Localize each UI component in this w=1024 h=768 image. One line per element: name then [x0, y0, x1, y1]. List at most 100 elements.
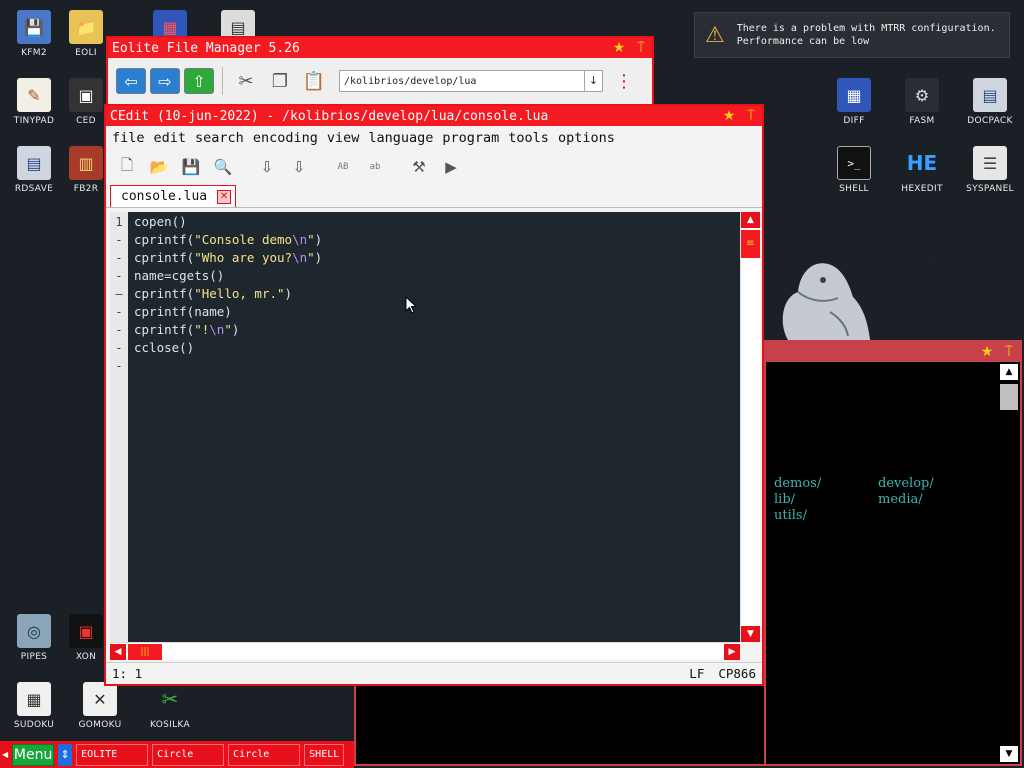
start-menu-button[interactable]: Menu [12, 743, 55, 766]
menu-search[interactable]: search [195, 130, 244, 146]
copy-icon[interactable]: ❐ [265, 67, 295, 95]
code-line[interactable]: copen() [134, 213, 740, 231]
code-token: " [224, 322, 232, 337]
build-hammer-icon[interactable]: ⚒ [406, 155, 432, 179]
warning-icon: ⚠ [705, 22, 725, 48]
vertical-scrollbar[interactable]: ▲ ≡ ▼ [740, 212, 760, 642]
minimize-star-icon[interactable]: ★ [718, 107, 740, 125]
diff-icon: ▦ [837, 78, 871, 112]
desktop-icon-kosilka[interactable]: ✂ KOSILKA [136, 682, 204, 730]
desktop-icon-xonix[interactable]: ▣ XON [66, 614, 106, 662]
path-input[interactable]: /kolibrios/develop/lua ↓ [339, 70, 603, 92]
uppercase-icon[interactable]: AB [330, 155, 356, 179]
move-line-up-icon[interactable]: ⇩ [254, 155, 280, 179]
new-file-icon[interactable]: 🗋 [114, 155, 140, 179]
desktop-icon-diff[interactable]: ▦ DIFF [820, 78, 888, 126]
shell-scrollbar[interactable]: ▲ ▼ [1000, 364, 1018, 762]
horizontal-scrollbar[interactable]: ◀ ||| ▶ [110, 642, 740, 660]
pin-icon[interactable]: ⍑ [630, 39, 652, 57]
back-button[interactable]: ⇦ [116, 68, 146, 94]
menu-tools[interactable]: tools [508, 130, 549, 146]
encoding-label[interactable]: CP866 [718, 666, 756, 681]
code-line[interactable]: cclose() [134, 339, 740, 357]
code-line[interactable]: cprintf("Console demo\n") [134, 231, 740, 249]
open-folder-icon[interactable]: 📂 [146, 155, 172, 179]
eolite-titlebar[interactable]: Eolite File Manager 5.26 ★ ⍑ [108, 38, 652, 58]
forward-button[interactable]: ⇨ [150, 68, 180, 94]
desktop-icon-label: RDSAVE [14, 184, 54, 194]
code-editor[interactable]: 1- - - — - - - - copen() cprintf("Console demo\n… [110, 212, 740, 642]
code-area[interactable]: copen() cprintf("Console demo\n") cprintf(… [128, 212, 740, 642]
desktop-icon-cedit[interactable]: ▣ CED [66, 78, 106, 126]
code-line[interactable]: cprintf("!\n") [134, 321, 740, 339]
code-line[interactable] [134, 357, 740, 375]
up-folder-button[interactable]: ⇧ [184, 68, 214, 94]
menu-program[interactable]: program [442, 130, 499, 146]
tab-console-lua[interactable]: console.lua ✕ [110, 185, 237, 207]
taskbar-item-circle[interactable]: Circle [152, 743, 225, 766]
menu-file[interactable]: file [112, 130, 145, 146]
desktop-icon-sudoku[interactable]: ▦ SUDOKU [0, 682, 68, 730]
minimize-star-icon[interactable]: ★ [608, 39, 630, 57]
scroll-up-arrow-icon[interactable]: ▲ [1000, 364, 1018, 380]
desktop-icon-docpack[interactable]: ▤ DOCPACK [956, 78, 1024, 126]
desktop-icon-syspanel[interactable]: ☰ SYSPANEL [956, 146, 1024, 194]
cedit-titlebar[interactable]: CEdit (10-jun-2022) - /kolibrios/develop… [106, 106, 762, 126]
cedit-window[interactable]: CEdit (10-jun-2022) - /kolibrios/develop… [104, 104, 764, 686]
shell-window[interactable]: ★ ⍑ demos/ develop/ lib/ media/ utils/ ▲… [764, 340, 1022, 766]
pin-icon[interactable]: ⍑ [740, 107, 762, 125]
taskbar-scroll-left-icon[interactable]: ◀ [2, 750, 8, 759]
line-ending[interactable]: LF [689, 666, 704, 681]
desktop-icon-rdsave[interactable]: ▤ RDSAVE [0, 146, 68, 194]
move-line-down-icon[interactable]: ⇩ [286, 155, 312, 179]
taskbar: ◀ Menu ⇕ EOLITE Circle Circle SHELL [0, 741, 354, 768]
desktop-icon-hexedit[interactable]: HE HEXEDIT [888, 146, 956, 194]
desktop-icon-fb2reader[interactable]: ▥ FB2R [66, 146, 106, 194]
run-play-icon[interactable]: ▶ [438, 155, 464, 179]
path-dropdown-arrow-icon[interactable]: ↓ [584, 71, 602, 91]
save-icon[interactable]: 💾 [178, 155, 204, 179]
taskbar-item-shell[interactable]: SHELL [304, 743, 345, 766]
desktop-icon-eolite[interactable]: 📁 EOLI [66, 10, 106, 58]
close-tab-icon[interactable]: ✕ [217, 189, 232, 204]
cut-icon[interactable]: ✂ [231, 67, 261, 95]
desktop-icon-gomoku[interactable]: ✕ GOMOKU [66, 682, 134, 730]
taskbar-item-circle[interactable]: Circle [228, 743, 301, 766]
scroll-up-arrow-icon[interactable]: ▲ [741, 212, 760, 228]
menu-language[interactable]: language [368, 130, 433, 146]
pin-icon[interactable]: ⍑ [998, 343, 1020, 361]
desktop-icon-fasm[interactable]: ⚙ FASM [888, 78, 956, 126]
scroll-right-arrow-icon[interactable]: ▶ [724, 643, 740, 660]
menu-options[interactable]: options [558, 130, 615, 146]
eolite-toolbar: ⇦ ⇨ ⇧ ✂ ❐ 📋 /kolibrios/develop/lua ↓ ⋮ [108, 58, 652, 104]
eolite-window[interactable]: Eolite File Manager 5.26 ★ ⍑ ⇦ ⇨ ⇧ ✂ ❐ 📋… [106, 36, 654, 106]
code-line[interactable]: cprintf("Hello, mr.") [134, 285, 740, 303]
code-line[interactable]: cprintf("Who are you?\n") [134, 249, 740, 267]
code-token: cclose() [134, 340, 195, 355]
find-icon[interactable]: 🔍 [210, 155, 236, 179]
horizontal-scroll-thumb[interactable]: ||| [128, 643, 162, 660]
menu-encoding[interactable]: encoding [253, 130, 318, 146]
notification-popup[interactable]: ⚠ There is a problem with MTRR configura… [694, 12, 1010, 58]
code-token: "Who are you? [194, 250, 293, 265]
desktop-icon-kfm2[interactable]: 💾 KFM2 [0, 10, 68, 58]
scroll-left-arrow-icon[interactable]: ◀ [110, 643, 126, 660]
menu-view[interactable]: view [327, 130, 360, 146]
minimize-star-icon[interactable]: ★ [976, 343, 998, 361]
scroll-down-arrow-icon[interactable]: ▼ [1000, 746, 1018, 762]
more-options-icon[interactable]: ⋮ [615, 71, 633, 92]
switch-windows-icon[interactable]: ⇕ [58, 743, 73, 766]
scroll-thumb[interactable] [1000, 384, 1018, 410]
desktop-icon-shell[interactable]: >_ SHELL [820, 146, 888, 194]
desktop-icon-pipes[interactable]: ◎ PIPES [0, 614, 68, 662]
menu-edit[interactable]: edit [154, 130, 187, 146]
scroll-thumb[interactable]: ≡ [741, 230, 760, 258]
code-line[interactable]: cprintf(name) [134, 303, 740, 321]
paste-icon[interactable]: 📋 [299, 67, 329, 95]
desktop-icon-tinypad[interactable]: ✎ TINYPAD [0, 78, 68, 126]
taskbar-item-eolite[interactable]: EOLITE [76, 743, 149, 766]
lowercase-icon[interactable]: ab [362, 155, 388, 179]
code-line[interactable]: name=cgets() [134, 267, 740, 285]
shell-titlebar[interactable]: ★ ⍑ [766, 342, 1020, 362]
scroll-down-arrow-icon[interactable]: ▼ [741, 626, 760, 642]
